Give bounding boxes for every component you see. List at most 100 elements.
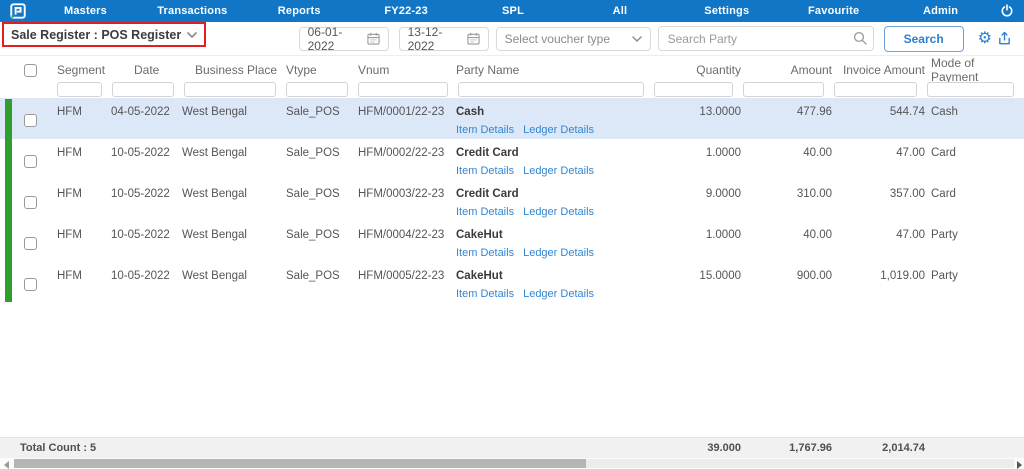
column-header-vtype[interactable]: Vtype (284, 63, 356, 77)
nav-item-all[interactable]: All (566, 5, 673, 17)
item-details-link[interactable]: Item Details (456, 206, 514, 218)
power-logout-icon[interactable] (994, 4, 1014, 18)
filter-party-name-input[interactable] (458, 82, 644, 97)
column-header-amount[interactable]: Amount (741, 63, 832, 77)
item-details-link[interactable]: Item Details (456, 124, 514, 136)
select-all-checkbox[interactable] (24, 64, 37, 77)
cell-quantity: 9.0000 (652, 180, 741, 221)
filter-quantity-input[interactable] (654, 82, 733, 97)
ledger-details-link[interactable]: Ledger Details (523, 288, 594, 300)
settings-gear-icon[interactable]: ⚙ (978, 31, 992, 47)
row-checkbox[interactable] (24, 237, 37, 250)
nav-item-reports[interactable]: Reports (246, 5, 353, 17)
filter-vtype-input[interactable] (286, 82, 348, 97)
total-count-label: Total Count : 5 (0, 442, 652, 454)
ledger-details-link[interactable]: Ledger Details (523, 165, 594, 177)
register-selector-label: Sale Register : POS Register (11, 28, 181, 42)
search-button[interactable]: Search (884, 26, 964, 52)
date-from-field[interactable]: 06-01-2022 (299, 27, 389, 51)
cell-party-name: CakeHut (456, 229, 652, 241)
column-header-business-place[interactable]: Business Place (182, 63, 284, 77)
cell-invoice-amount: 47.00 (832, 221, 925, 262)
table-row[interactable]: HFM 04-05-2022 West Bengal Sale_POS HFM/… (0, 98, 1024, 139)
nav-item-transactions[interactable]: Transactions (139, 5, 246, 17)
row-checkbox[interactable] (24, 114, 37, 127)
cell-party-name: Credit Card (456, 147, 652, 159)
cell-vnum: HFM/0005/22-23 (356, 262, 456, 303)
register-selector[interactable]: Sale Register : POS Register (2, 22, 206, 47)
column-header-quantity[interactable]: Quantity (652, 63, 741, 77)
column-header-segment[interactable]: Segment (44, 63, 110, 77)
cell-business-place: West Bengal (182, 262, 284, 303)
app-logo-icon[interactable] (10, 3, 26, 19)
cell-date: 10-05-2022 (110, 262, 182, 303)
cell-vtype: Sale_POS (284, 139, 356, 180)
cell-vtype: Sale_POS (284, 262, 356, 303)
nav-item-settings[interactable]: Settings (673, 5, 780, 17)
nav-item-admin[interactable]: Admin (887, 5, 994, 17)
filter-business-place-input[interactable] (184, 82, 276, 97)
nav-item-favourite[interactable]: Favourite (780, 5, 887, 17)
table-row[interactable]: HFM 10-05-2022 West Bengal Sale_POS HFM/… (0, 221, 1024, 262)
cell-mode-of-payment: Card (925, 139, 1022, 180)
ledger-details-link[interactable]: Ledger Details (523, 206, 594, 218)
column-header-invoice-amount[interactable]: Invoice Amount (832, 63, 925, 77)
ledger-details-link[interactable]: Ledger Details (523, 124, 594, 136)
table-filter-row (0, 78, 1024, 98)
table-row[interactable]: HFM 10-05-2022 West Bengal Sale_POS HFM/… (0, 262, 1024, 303)
scrollbar-track[interactable] (14, 459, 1014, 468)
nav-item-masters[interactable]: Masters (32, 5, 139, 17)
table-row[interactable]: HFM 10-05-2022 West Bengal Sale_POS HFM/… (0, 180, 1024, 221)
cell-date: 10-05-2022 (110, 139, 182, 180)
report-toolbar: Sale Register : POS Register 06-01-2022 … (0, 22, 1024, 56)
cell-quantity: 15.0000 (652, 262, 741, 303)
item-details-link[interactable]: Item Details (456, 247, 514, 259)
cell-vtype: Sale_POS (284, 180, 356, 221)
cell-quantity: 1.0000 (652, 139, 741, 180)
export-icon[interactable] (997, 31, 1012, 46)
column-header-party-name[interactable]: Party Name (456, 63, 652, 77)
filter-vnum-input[interactable] (358, 82, 448, 97)
cell-vnum: HFM/0003/22-23 (356, 180, 456, 221)
filter-segment-input[interactable] (57, 82, 102, 97)
cell-invoice-amount: 544.74 (832, 98, 925, 139)
filter-amount-input[interactable] (743, 82, 824, 97)
row-checkbox[interactable] (24, 278, 37, 291)
nav-item-spl[interactable]: SPL (460, 5, 567, 17)
cell-amount: 40.00 (741, 221, 832, 262)
filter-date-input[interactable] (112, 82, 174, 97)
cell-date: 04-05-2022 (110, 98, 182, 139)
row-checkbox[interactable] (24, 155, 37, 168)
cell-amount: 477.96 (741, 98, 832, 139)
ledger-details-link[interactable]: Ledger Details (523, 247, 594, 259)
cell-mode-of-payment: Party (925, 262, 1022, 303)
scrollbar-thumb[interactable] (14, 459, 586, 468)
cell-quantity: 1.0000 (652, 221, 741, 262)
scroll-left-arrow-icon[interactable] (4, 461, 9, 469)
item-details-link[interactable]: Item Details (456, 288, 514, 300)
cell-party-name: CakeHut (456, 270, 652, 282)
voucher-type-select[interactable]: Select voucher type (496, 27, 651, 51)
date-to-field[interactable]: 13-12-2022 (399, 27, 489, 51)
chevron-down-icon (187, 32, 197, 38)
filter-mode-of-payment-input[interactable] (927, 82, 1014, 97)
total-quantity: 39.000 (652, 442, 741, 454)
cell-vnum: HFM/0001/22-23 (356, 98, 456, 139)
party-search-input[interactable] (658, 26, 874, 51)
total-invoice-amount: 2,014.74 (832, 442, 925, 454)
column-header-date[interactable]: Date (110, 63, 182, 77)
table-row[interactable]: HFM 10-05-2022 West Bengal Sale_POS HFM/… (0, 139, 1024, 180)
cell-invoice-amount: 47.00 (832, 139, 925, 180)
row-checkbox[interactable] (24, 196, 37, 209)
filter-invoice-amount-input[interactable] (834, 82, 917, 97)
cell-segment: HFM (44, 221, 110, 262)
nav-item-fy22-23[interactable]: FY22-23 (353, 5, 460, 17)
table-header-row: Segment Date Business Place Vtype Vnum P… (0, 56, 1024, 78)
item-details-link[interactable]: Item Details (456, 165, 514, 177)
cell-business-place: West Bengal (182, 98, 284, 139)
date-from-value: 06-01-2022 (308, 25, 367, 53)
column-header-vnum[interactable]: Vnum (356, 63, 456, 77)
cell-invoice-amount: 1,019.00 (832, 262, 925, 303)
top-navbar: Masters Transactions Reports FY22-23 SPL… (0, 0, 1024, 22)
scroll-right-arrow-icon[interactable] (1017, 461, 1022, 469)
